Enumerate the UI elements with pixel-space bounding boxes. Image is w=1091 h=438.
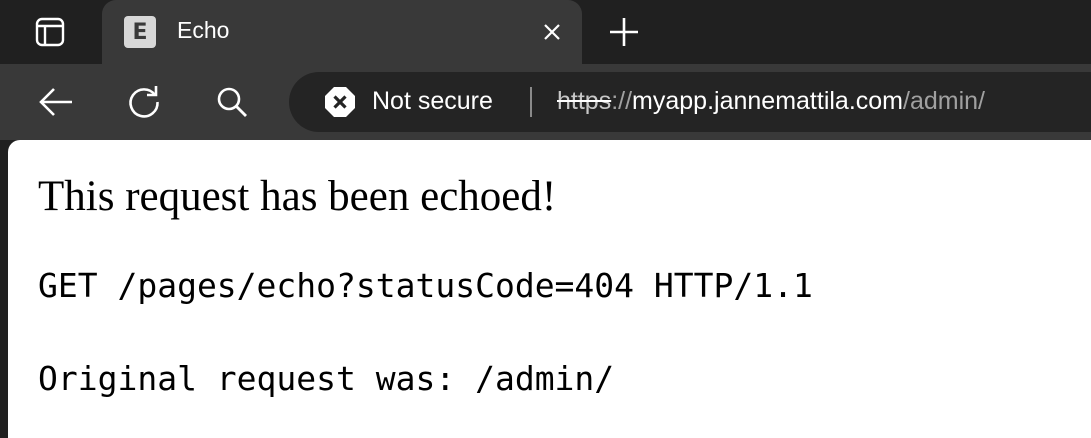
page-content: This request has been echoed! GET /pages… xyxy=(8,140,1091,438)
back-icon[interactable] xyxy=(36,82,76,122)
url-text[interactable]: https://myapp.jannemattila.com/admin/ xyxy=(557,87,985,116)
tab-title: Echo xyxy=(177,17,230,43)
tab-actions-button[interactable] xyxy=(0,0,100,64)
close-icon[interactable] xyxy=(542,22,562,42)
security-status-label[interactable]: Not secure xyxy=(372,87,493,116)
address-bar[interactable]: Not secure https://myapp.jannemattila.co… xyxy=(289,72,1091,132)
active-tab[interactable]: E Echo xyxy=(102,0,582,64)
url-path: /admin/ xyxy=(903,87,985,115)
address-divider xyxy=(530,87,532,117)
search-icon[interactable] xyxy=(212,82,252,122)
tab-actions-icon xyxy=(35,17,65,47)
page-heading: This request has been echoed! xyxy=(38,173,557,220)
not-secure-icon[interactable] xyxy=(324,86,356,118)
tab-favicon: E xyxy=(124,16,156,48)
url-scheme: https xyxy=(557,87,612,115)
navigation-toolbar: Not secure https://myapp.jannemattila.co… xyxy=(0,64,1091,140)
url-separator: :// xyxy=(611,87,633,115)
refresh-icon[interactable] xyxy=(124,82,164,122)
url-host: myapp.jannemattila.com xyxy=(632,87,904,115)
tab-strip: E Echo xyxy=(0,0,1091,64)
new-tab-icon[interactable] xyxy=(606,14,642,50)
request-line-text: GET /pages/echo?statusCode=404 HTTP/1.1 xyxy=(38,266,813,305)
original-request-text: Original request was: /admin/ xyxy=(38,359,615,398)
